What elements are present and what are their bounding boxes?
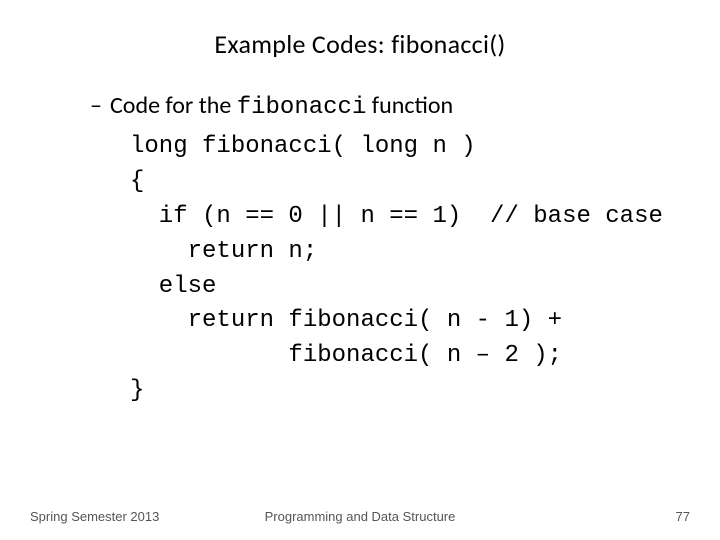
footer: Spring Semester 2013 Programming and Dat… [0,504,720,524]
bullet-text: Code for the fibonacci function [110,90,453,124]
bullet-post: function [366,91,453,120]
slide: Example Codes: fibonacci() – Code for th… [0,0,720,540]
bullet-mono: fibonacci [237,94,367,121]
bullet-pre: Code for the [110,91,237,120]
slide-body: – Code for the fibonacci function long f… [90,90,680,409]
bullet-line: – Code for the fibonacci function [90,90,680,124]
footer-page-number: 77 [676,509,690,524]
slide-title: Example Codes: fibonacci() [0,28,720,60]
code-block: long fibonacci( long n ) { if (n == 0 ||… [130,130,680,408]
bullet-dash: – [90,90,110,122]
footer-center: Programming and Data Structure [0,509,720,524]
